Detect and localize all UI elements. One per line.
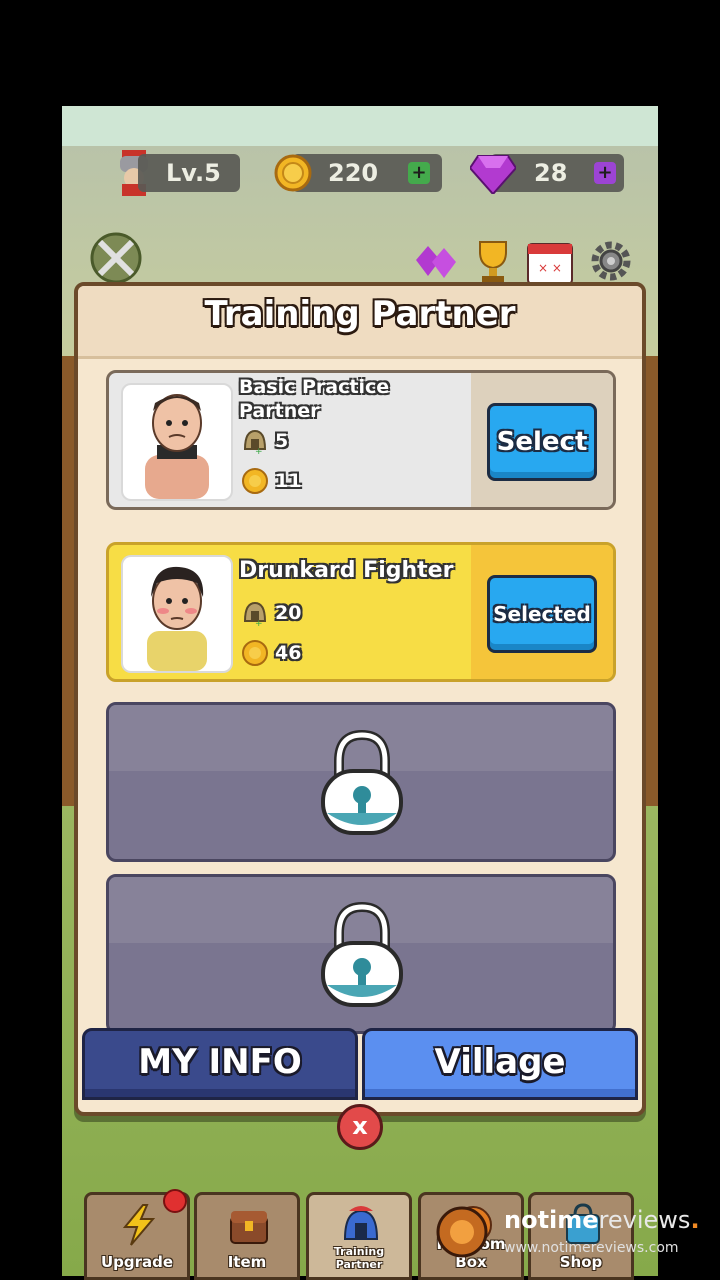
padlock-icon <box>321 729 403 835</box>
gear-icon[interactable] <box>588 238 634 284</box>
watermark-brand-dot: . <box>690 1206 700 1234</box>
lightning-icon <box>122 1204 156 1246</box>
watermark-brand-bold: notime <box>504 1206 599 1234</box>
locked-partner-slot[interactable] <box>106 702 616 862</box>
notification-badge <box>163 1189 187 1213</box>
dialog-title: Training Partner <box>204 294 516 334</box>
select-basic-partner-button[interactable]: Select <box>487 403 597 481</box>
drunkard-partner-power-stat: + 20 <box>241 599 301 629</box>
add-gem-button[interactable]: + <box>594 162 616 184</box>
tab-training-partner[interactable]: Training Partner <box>306 1192 412 1280</box>
helmet-stat-icon: + <box>243 601 267 629</box>
level-text: Lv.5 <box>166 159 221 187</box>
tab-upgrade-label: Upgrade <box>100 1253 174 1271</box>
tab-training-partner-label: Training Partner <box>333 1245 385 1271</box>
basic-partner-portrait <box>121 383 233 501</box>
coin-stat-icon <box>242 468 268 494</box>
svg-text:+: + <box>255 619 263 627</box>
dialog-header: Training Partner <box>78 286 642 359</box>
selected-drunkard-partner-button[interactable]: Selected <box>487 575 597 653</box>
gold-amount: 220 <box>328 159 379 187</box>
gold-display: 220 + <box>292 154 442 192</box>
chest-icon <box>230 1211 268 1244</box>
close-button[interactable]: x <box>337 1104 383 1150</box>
helmet-icon <box>343 1206 379 1240</box>
training-partner-dialog: Training Partner Basic Practice Partner … <box>74 282 646 1116</box>
partner-card-drunkard-fighter: Drunkard Fighter + 20 46 Selected <box>106 542 616 682</box>
basic-partner-cost-value: 11 <box>275 470 302 492</box>
drunkard-partner-cost-stat: 46 <box>241 639 301 667</box>
drunkard-partner-portrait <box>121 555 233 673</box>
basic-partner-cost-stat: 11 <box>241 467 301 495</box>
coin-stat-icon <box>242 640 268 666</box>
svg-text:+: + <box>255 447 263 455</box>
drunkard-partner-power-value: 20 <box>275 602 302 624</box>
sky-strip <box>62 106 658 146</box>
watermark-brand: notimereviews. <box>504 1206 700 1234</box>
level-display: Lv.5 <box>138 154 240 192</box>
partner-card-basic-practice: Basic Practice Partner + 5 11 Select <box>106 370 616 510</box>
watermark-logo-icon <box>436 1206 488 1258</box>
tab-upgrade[interactable]: Upgrade <box>84 1189 190 1280</box>
gold-coin-icon <box>274 154 312 192</box>
calendar-icon[interactable]: × × <box>526 238 574 286</box>
trophy-icon[interactable] <box>470 238 516 284</box>
gem-pile-icon[interactable] <box>410 240 458 282</box>
swords-emblem-icon[interactable] <box>88 230 144 284</box>
tab-item-label: Item <box>227 1253 267 1271</box>
basic-partner-name-line2: Partner <box>239 400 320 422</box>
drunkard-partner-name: Drunkard Fighter <box>239 558 454 583</box>
basic-partner-power-stat: + 5 <box>241 427 288 457</box>
padlock-icon <box>321 901 403 1007</box>
watermark-brand-light: reviews <box>598 1206 691 1234</box>
basic-partner-power-value: 5 <box>275 430 289 452</box>
watermark: notimereviews. www.notimereviews.com <box>430 1200 710 1264</box>
svg-text:× ×: × × <box>538 261 562 275</box>
gem-icon <box>468 152 518 196</box>
helmet-stat-icon: + <box>243 429 267 457</box>
drunkard-partner-cost-value: 46 <box>275 642 302 664</box>
my-info-button[interactable]: MY INFO <box>82 1028 358 1100</box>
tab-item[interactable]: Item <box>194 1192 300 1280</box>
village-button[interactable]: Village <box>362 1028 638 1100</box>
basic-partner-name-line1: Basic Practice <box>239 376 390 398</box>
gem-amount: 28 <box>534 159 568 187</box>
watermark-url: www.notimereviews.com <box>504 1240 679 1256</box>
locked-partner-slot[interactable] <box>106 874 616 1034</box>
add-gold-button[interactable]: + <box>408 162 430 184</box>
